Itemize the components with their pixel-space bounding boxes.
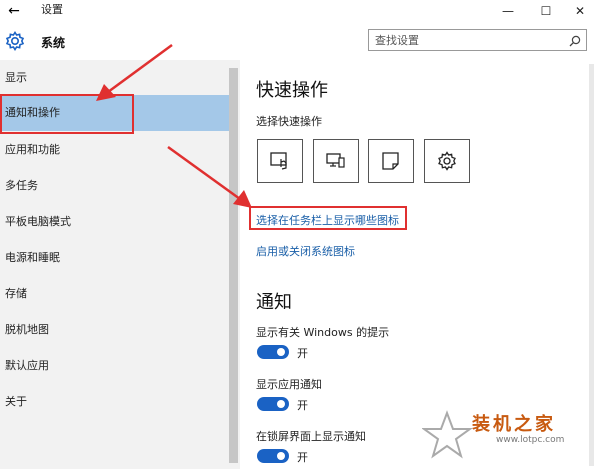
watermark-star-icon (422, 410, 472, 459)
annotation-arrows (96, 43, 252, 208)
watermark-title: 装机之家 (472, 414, 556, 435)
watermark-url: www.lotpc.com (496, 435, 565, 445)
watermark: 装机之家 www.lotpc.com (420, 408, 596, 464)
